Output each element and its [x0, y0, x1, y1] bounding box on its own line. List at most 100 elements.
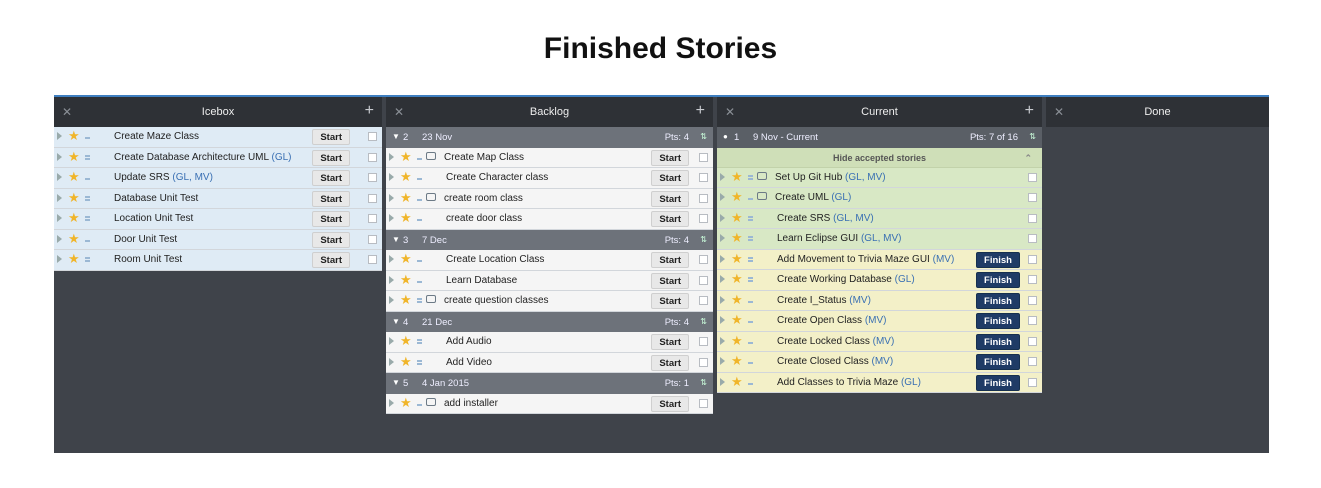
story-row[interactable]: ★ Create Location Class Start: [386, 250, 713, 271]
finish-button[interactable]: Finish: [976, 272, 1020, 288]
select-checkbox[interactable]: [699, 193, 708, 203]
expand-icon[interactable]: [389, 193, 394, 202]
select-checkbox[interactable]: [368, 255, 377, 264]
team-strength-icon[interactable]: ⇅: [1029, 132, 1036, 141]
start-button[interactable]: Start: [651, 149, 689, 166]
iteration-header[interactable]: ▼ 2 23 Nov Pts: 4 ⇅: [386, 127, 713, 148]
expand-icon[interactable]: [720, 254, 725, 263]
expand-icon[interactable]: [389, 214, 394, 222]
select-checkbox[interactable]: [1028, 357, 1037, 366]
select-checkbox[interactable]: [368, 234, 377, 244]
start-button[interactable]: Start: [312, 149, 350, 166]
story-row[interactable]: ★ Learn Eclipse GUI (GL, MV): [717, 229, 1042, 250]
story-row[interactable]: ★ create room class Start: [386, 188, 713, 209]
expand-icon[interactable]: [720, 275, 725, 283]
finish-button[interactable]: Finish: [976, 333, 1020, 350]
finish-button[interactable]: Finish: [976, 292, 1020, 309]
team-strength-icon[interactable]: ⇅: [700, 235, 707, 244]
story-row[interactable]: ★ Create SRS (GL, MV): [717, 208, 1042, 229]
collapse-icon[interactable]: ▼: [392, 378, 400, 387]
expand-icon[interactable]: [389, 173, 394, 181]
iteration-header[interactable]: ▼ 3 7 Dec Pts: 4 ⇅: [386, 229, 713, 250]
story-row[interactable]: ★ Add Movement to Trivia Maze GUI (MV) F…: [717, 249, 1042, 270]
select-checkbox[interactable]: [368, 132, 377, 141]
select-checkbox[interactable]: [699, 214, 708, 223]
select-checkbox[interactable]: [699, 296, 708, 305]
select-checkbox[interactable]: [1028, 377, 1037, 387]
story-row[interactable]: ★ Create Closed Class (MV) Finish: [717, 352, 1042, 373]
finish-button[interactable]: Finish: [976, 354, 1020, 370]
start-button[interactable]: Start: [312, 231, 350, 248]
expand-icon[interactable]: [57, 214, 62, 222]
start-button[interactable]: Start: [312, 170, 350, 186]
select-checkbox[interactable]: [368, 152, 377, 162]
add-story-icon[interactable]: +: [1025, 102, 1034, 120]
collapse-icon[interactable]: ▼: [392, 235, 400, 244]
add-story-icon[interactable]: +: [696, 102, 705, 120]
expand-icon[interactable]: [389, 152, 394, 161]
select-checkbox[interactable]: [368, 173, 377, 182]
story-row[interactable]: ★ Door Unit Test Start: [54, 229, 382, 250]
select-checkbox[interactable]: [1028, 193, 1037, 202]
collapse-icon[interactable]: ▼: [392, 132, 400, 141]
add-story-icon[interactable]: +: [365, 102, 374, 120]
expand-icon[interactable]: [720, 357, 725, 365]
start-button[interactable]: Start: [651, 354, 689, 371]
story-row[interactable]: ★ Database Unit Test Start: [54, 188, 382, 209]
story-row[interactable]: ★ Create Map Class Start: [386, 147, 713, 168]
iteration-header[interactable]: ● 1 9 Nov - Current Pts: 7 of 16 ⇅: [717, 127, 1042, 148]
story-row[interactable]: ★ Create Character class Start: [386, 168, 713, 189]
start-button[interactable]: Start: [651, 190, 689, 207]
story-row[interactable]: ★ Learn Database Start: [386, 270, 713, 291]
select-checkbox[interactable]: [368, 193, 377, 203]
team-strength-icon[interactable]: ⇅: [700, 132, 707, 141]
select-checkbox[interactable]: [1028, 213, 1037, 223]
select-checkbox[interactable]: [699, 357, 708, 367]
collapse-icon[interactable]: ▼: [392, 317, 400, 326]
expand-icon[interactable]: [389, 357, 394, 366]
select-checkbox[interactable]: [699, 173, 708, 182]
start-button[interactable]: Start: [651, 334, 689, 350]
story-row[interactable]: ★ Create UML (GL): [717, 188, 1042, 209]
story-row[interactable]: ★ Create Database Architecture UML (GL) …: [54, 147, 382, 168]
expand-icon[interactable]: [720, 234, 725, 242]
expand-icon[interactable]: [720, 172, 725, 181]
iteration-header[interactable]: ▼ 4 21 Dec Pts: 4 ⇅: [386, 311, 713, 332]
story-row[interactable]: ★ Create Open Class (MV) Finish: [717, 311, 1042, 332]
expand-icon[interactable]: [389, 296, 394, 304]
select-checkbox[interactable]: [1028, 172, 1037, 182]
hide-accepted-toggle[interactable]: Hide accepted stories ⌃: [717, 147, 1042, 168]
start-button[interactable]: Start: [312, 252, 350, 268]
expand-icon[interactable]: [720, 336, 725, 345]
expand-icon[interactable]: [57, 193, 62, 202]
expand-icon[interactable]: [389, 255, 394, 263]
story-row[interactable]: ★ Add Audio Start: [386, 332, 713, 353]
start-button[interactable]: Start: [651, 211, 689, 227]
select-checkbox[interactable]: [1028, 336, 1037, 346]
expand-icon[interactable]: [389, 337, 394, 345]
iteration-header[interactable]: ▼ 5 4 Jan 2015 Pts: 1 ⇅: [386, 373, 713, 394]
story-row[interactable]: ★ create question classes Start: [386, 291, 713, 312]
expand-icon[interactable]: [57, 234, 62, 243]
finish-button[interactable]: Finish: [976, 313, 1020, 329]
story-row[interactable]: ★ Create I_Status (MV) Finish: [717, 290, 1042, 311]
expand-icon[interactable]: [57, 173, 62, 181]
finish-button[interactable]: Finish: [976, 374, 1020, 391]
story-row[interactable]: ★ Add Classes to Trivia Maze (GL) Finish: [717, 372, 1042, 393]
start-button[interactable]: Start: [651, 293, 689, 309]
expand-icon[interactable]: [389, 398, 394, 407]
start-button[interactable]: Start: [312, 129, 350, 145]
story-row[interactable]: ★ Update SRS (GL, MV) Start: [54, 168, 382, 189]
select-checkbox[interactable]: [699, 337, 708, 346]
expand-icon[interactable]: [720, 193, 725, 201]
start-button[interactable]: Start: [651, 252, 689, 268]
story-row[interactable]: ★ Create Maze Class Start: [54, 127, 382, 148]
start-button[interactable]: Start: [312, 190, 350, 207]
select-checkbox[interactable]: [699, 255, 708, 264]
select-checkbox[interactable]: [1028, 316, 1037, 325]
story-row[interactable]: ★ add installer Start: [386, 393, 713, 414]
expand-icon[interactable]: [57, 132, 62, 140]
story-row[interactable]: ★ Create Locked Class (MV) Finish: [717, 331, 1042, 352]
expand-icon[interactable]: [720, 316, 725, 324]
expand-icon[interactable]: [389, 275, 394, 284]
